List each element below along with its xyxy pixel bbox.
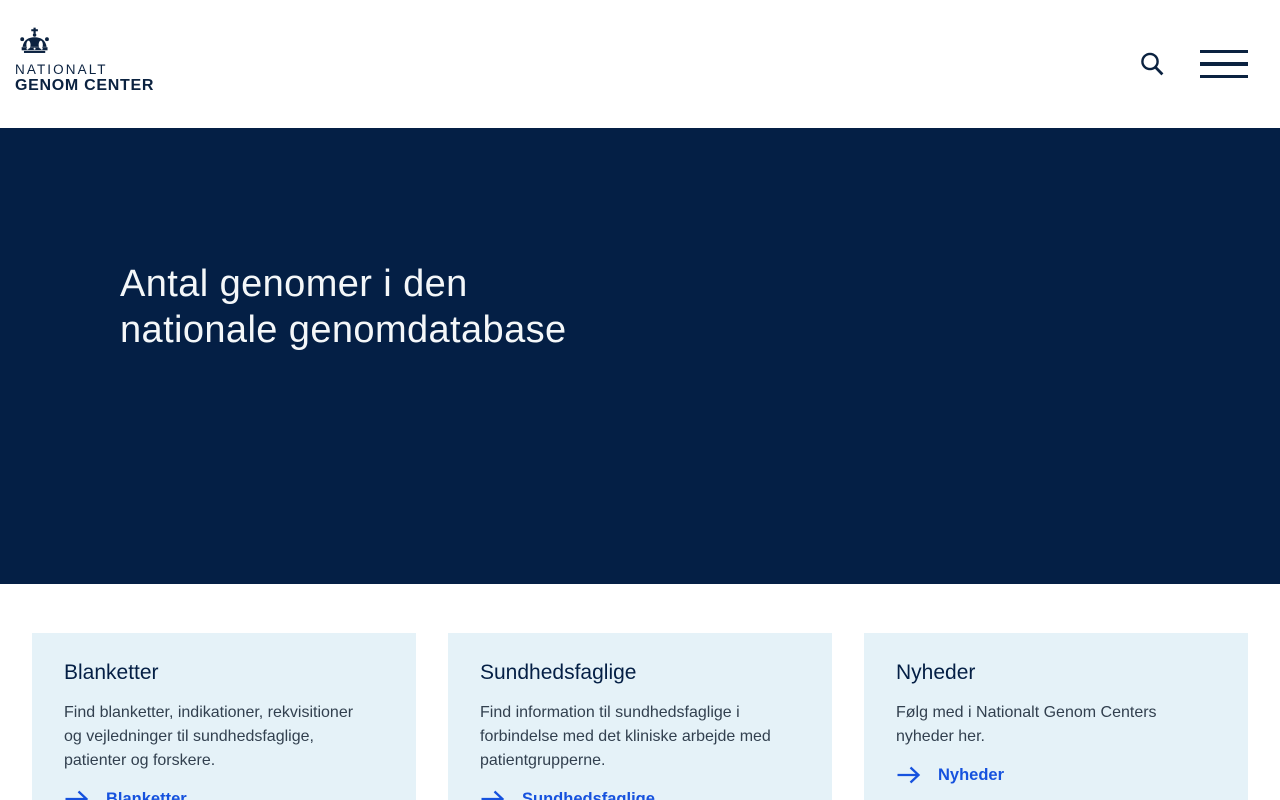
page-title-line2: nationale genomdatabase [120,308,567,351]
card-description-line: patientgrupperne. [480,752,606,769]
page-title: Antal genomer i den nationale genomdatab… [120,262,1280,353]
arrow-right-icon [65,790,89,800]
card-description: Find information til sundhedsfaglige i f… [480,701,800,773]
menu-icon[interactable] [1200,49,1248,79]
card-description-line: Find information til sundhedsfaglige i [480,704,740,721]
card-description-line: forbindelse med det kliniske arbejde med [480,728,771,745]
card-description: Følg med i Nationalt Genom Centers nyhed… [896,701,1216,749]
menu-bar [1200,75,1248,79]
logo[interactable]: NATIONALT GENOM CENTER [15,27,154,94]
card-link-nyheder[interactable]: Nyheder [896,763,1216,787]
card-description-line: og vejledninger til sundhedsfaglige, [64,728,314,745]
card-nyheder: Nyheder Følg med i Nationalt Genom Cente… [864,633,1248,800]
card-link-label: Nyheder [938,766,1005,784]
card-title: Blanketter [64,661,159,684]
arrow-right-icon [481,790,505,800]
search-icon[interactable] [1135,46,1170,83]
card-description-line: patienter og forskere. [64,752,216,769]
card-link-label: Blanketter [106,790,187,800]
card-title: Nyheder [896,661,976,684]
card-sundhedsfaglige: Sundhedsfaglige Find information til sun… [448,633,832,800]
menu-bar [1200,62,1248,66]
logo-text-line1: NATIONALT [15,62,108,77]
menu-bar [1200,49,1248,53]
logo-text-line2: GENOM CENTER [15,77,155,94]
site-header: NATIONALT GENOM CENTER [0,0,1280,128]
card-blanketter: Blanketter Find blanketter, indikationer… [32,633,416,800]
teaser-cards: Blanketter Find blanketter, indikationer… [32,633,1248,800]
card-description-line: Følg med i Nationalt Genom Centers [896,704,1157,721]
card-title: Sundhedsfaglige [480,661,637,684]
hero-banner: Antal genomer i den nationale genomdatab… [0,128,1280,584]
card-link-label: Sundhedsfaglige [522,790,655,800]
card-link-blanketter[interactable]: Blanketter [64,787,384,800]
card-description: Find blanketter, indikationer, rekvisiti… [64,701,384,773]
crown-icon [18,27,154,59]
card-link-sundhedsfaglige[interactable]: Sundhedsfaglige [480,787,800,800]
card-description-line: nyheder her. [896,728,985,745]
card-description-line: Find blanketter, indikationer, rekvisiti… [64,704,354,721]
header-actions [1135,0,1248,128]
page-title-line1: Antal genomer i den [120,263,468,305]
arrow-right-icon [897,766,921,784]
